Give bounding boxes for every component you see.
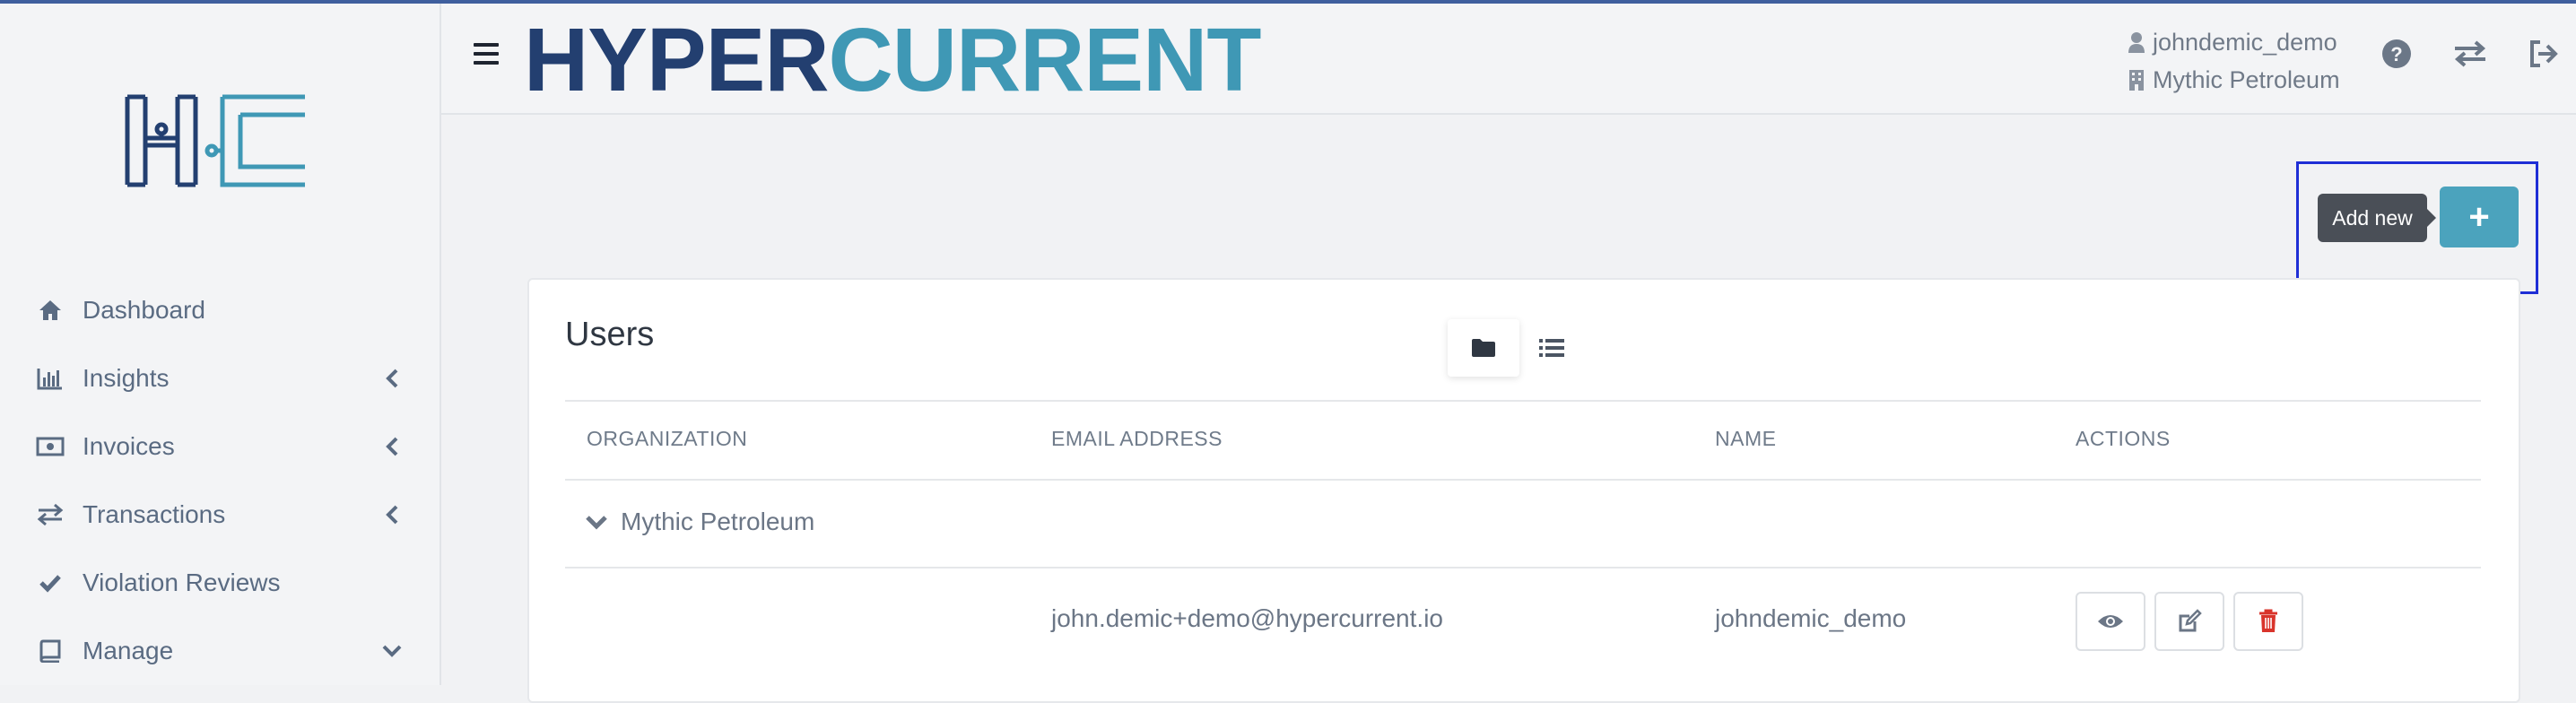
column-header-organization: ORGANIZATION [587, 427, 748, 450]
book-icon [36, 637, 65, 665]
switch-organization-icon[interactable] [2452, 36, 2488, 72]
sidebar-item-label: Manage [83, 637, 174, 664]
money-icon [36, 432, 65, 461]
column-header-email: EMAIL ADDRESS [1051, 427, 1223, 450]
sidebar-item-transactions[interactable]: Transactions [36, 488, 404, 542]
grouped-view-button[interactable] [1448, 319, 1519, 377]
sidebar-item-label: Invoices [83, 432, 175, 460]
exchange-icon [36, 500, 65, 529]
add-new-tooltip: Add new [2318, 194, 2436, 242]
folder-icon [1472, 339, 1495, 357]
user-info: johndemic_demo Mythic Petroleum [2128, 23, 2340, 99]
eye-icon [2098, 615, 2123, 628]
chevron-down-icon [586, 516, 607, 530]
users-card: Users ORGANIZATION EMAIL ADDRESS NAME AC… [527, 278, 2520, 703]
top-header: HYPERCURRENT johndemic_demo Mythic Petro… [441, 4, 2576, 115]
bar-chart-icon [36, 364, 65, 393]
divider [565, 567, 2481, 568]
brand-wordmark: HYPERCURRENT [524, 10, 1261, 110]
edit-icon [2179, 609, 2202, 632]
user-email: john.demic+demo@hypercurrent.io [1051, 604, 1443, 632]
help-icon[interactable]: ? [2379, 36, 2415, 72]
user-name: johndemic_demo [1715, 604, 1907, 632]
chevron-left-icon [380, 435, 404, 458]
sidebar-item-label: Violation Reviews [83, 568, 281, 596]
sidebar-item-dashboard[interactable]: Dashboard [36, 283, 404, 337]
add-new-button[interactable]: + [2440, 187, 2519, 247]
sidebar: Dashboard Insights Invoices Transactions [0, 4, 441, 685]
organization-name: Mythic Petroleum [2153, 65, 2340, 93]
logout-icon[interactable] [2526, 36, 2562, 72]
sidebar-item-manage[interactable]: Manage [36, 624, 404, 678]
sidebar-item-label: Dashboard [83, 296, 205, 324]
svg-text:?: ? [2390, 43, 2402, 65]
current-user[interactable]: johndemic_demo [2128, 23, 2340, 61]
list-view-button[interactable] [1516, 319, 1588, 377]
current-organization[interactable]: Mythic Petroleum [2128, 61, 2340, 99]
sidebar-item-label: Insights [83, 364, 170, 392]
sidebar-item-violation-reviews[interactable]: Violation Reviews [36, 556, 404, 610]
hc-logo [124, 93, 309, 188]
chevron-left-icon [380, 503, 404, 526]
group-row-toggle[interactable]: Mythic Petroleum [585, 508, 814, 536]
group-name: Mythic Petroleum [621, 508, 815, 535]
home-icon [36, 296, 65, 325]
edit-user-button[interactable] [2154, 592, 2224, 651]
chevron-left-icon [380, 367, 404, 390]
divider [565, 479, 2481, 481]
sidebar-item-insights[interactable]: Insights [36, 352, 404, 405]
card-title: Users [565, 316, 655, 353]
delete-user-button[interactable] [2233, 592, 2303, 651]
trash-icon [2259, 609, 2277, 632]
user-icon [2128, 32, 2145, 53]
check-icon [36, 568, 65, 597]
chevron-down-icon [380, 639, 404, 663]
column-header-name: NAME [1715, 427, 1777, 450]
username: johndemic_demo [2153, 28, 2337, 56]
sidebar-item-label: Transactions [83, 500, 226, 528]
building-icon [2129, 70, 2144, 91]
view-user-button[interactable] [2076, 592, 2145, 651]
menu-toggle-icon[interactable] [474, 43, 499, 66]
column-header-actions: ACTIONS [2076, 427, 2171, 450]
sidebar-item-invoices[interactable]: Invoices [36, 420, 404, 473]
list-icon [1539, 339, 1564, 357]
divider [565, 400, 2481, 402]
